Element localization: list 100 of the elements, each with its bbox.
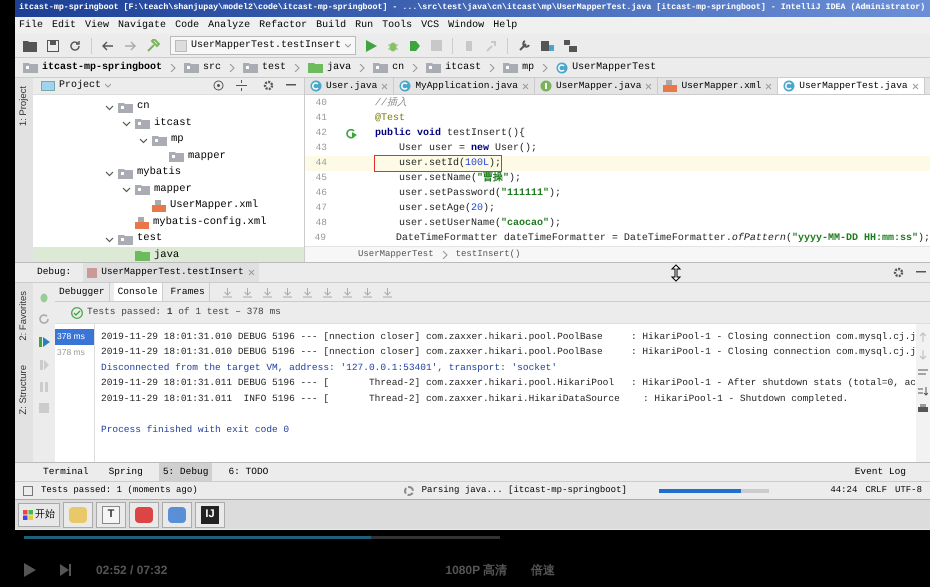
debug-tab[interactable]: Console bbox=[114, 283, 163, 301]
close-icon[interactable] bbox=[765, 82, 772, 90]
status-toggle-icon[interactable] bbox=[23, 486, 33, 496]
settings-icon[interactable] bbox=[263, 80, 274, 92]
debug-tab[interactable]: Frames bbox=[166, 283, 210, 301]
tree-item[interactable]: java bbox=[33, 247, 304, 262]
editor-tab[interactable]: User.java bbox=[305, 78, 394, 94]
minimize-icon[interactable] bbox=[286, 84, 296, 88]
close-icon[interactable] bbox=[522, 82, 529, 90]
session-tab[interactable]: UserMapperTest.testInsert bbox=[83, 263, 259, 282]
tree-item[interactable]: mapper bbox=[33, 181, 304, 198]
breadcrumb-item[interactable]: test bbox=[243, 60, 300, 75]
caret-position[interactable]: 44:24 bbox=[830, 484, 858, 498]
close-icon[interactable] bbox=[645, 82, 652, 90]
run-config-dropdown[interactable]: UserMapperTest.testInsert bbox=[170, 36, 356, 55]
collapse-icon[interactable] bbox=[236, 80, 247, 92]
stop-icon[interactable] bbox=[431, 40, 442, 51]
forward-arrow-icon[interactable] bbox=[124, 40, 136, 50]
breadcrumb-item[interactable]: cn bbox=[373, 60, 418, 75]
taskbar-app[interactable]: IJ bbox=[195, 502, 225, 528]
step-toolbar-icon[interactable] bbox=[362, 286, 373, 298]
step-toolbar-icon[interactable] bbox=[222, 286, 233, 298]
menu-item[interactable]: View bbox=[85, 18, 110, 33]
menu-item[interactable]: Window bbox=[448, 18, 484, 33]
layout-icon[interactable] bbox=[564, 40, 578, 52]
close-icon[interactable] bbox=[912, 82, 919, 90]
step-toolbar-icon[interactable] bbox=[262, 286, 273, 298]
tree-item[interactable]: cn bbox=[33, 98, 304, 116]
locate-icon[interactable] bbox=[213, 80, 224, 92]
editor-tab[interactable]: UserMapper.java bbox=[534, 78, 658, 94]
settings-icon[interactable] bbox=[893, 267, 904, 278]
start-button[interactable]: 开始 bbox=[18, 502, 60, 526]
step-toolbar-icon[interactable] bbox=[342, 286, 353, 298]
duration-label[interactable]: 378 ms bbox=[55, 329, 94, 344]
tree-item[interactable]: mapper bbox=[33, 148, 304, 165]
print-icon[interactable] bbox=[918, 404, 928, 414]
taskbar-app[interactable] bbox=[162, 502, 192, 528]
breadcrumb-item[interactable]: itcast-mp-springboot bbox=[23, 60, 176, 75]
side-tool-tab[interactable]: 2: Favorites bbox=[16, 291, 32, 341]
event-log-tab[interactable]: Event Log bbox=[854, 464, 906, 480]
resume-icon[interactable] bbox=[38, 335, 50, 349]
step-icon[interactable] bbox=[39, 359, 49, 371]
side-tool-tab[interactable]: Z: Structure bbox=[16, 364, 32, 414]
tree-item[interactable]: mp bbox=[33, 132, 304, 148]
chevron-icon[interactable] bbox=[105, 234, 114, 244]
structure-icon[interactable] bbox=[541, 40, 554, 52]
tool-window-tab[interactable]: 5: Debug bbox=[158, 463, 212, 481]
menu-item[interactable]: Navigate bbox=[118, 18, 166, 33]
step-toolbar-icon[interactable] bbox=[382, 286, 393, 298]
step-toolbar-icon[interactable] bbox=[282, 286, 293, 298]
breadcrumb-item[interactable]: java bbox=[308, 60, 366, 75]
menu-item[interactable]: Help bbox=[493, 18, 518, 33]
folder-icon[interactable] bbox=[23, 40, 37, 52]
debug-tab[interactable]: Debugger bbox=[55, 283, 110, 301]
refresh-icon[interactable] bbox=[69, 40, 81, 52]
editor-tab[interactable]: UserMapper.xml bbox=[658, 78, 778, 94]
taskbar-app[interactable]: T bbox=[96, 502, 126, 528]
breadcrumb-item[interactable]: mp bbox=[503, 60, 548, 75]
run-icon[interactable] bbox=[366, 40, 378, 52]
step-toolbar-icon[interactable] bbox=[242, 286, 253, 298]
tree-item[interactable]: mybatis bbox=[33, 164, 304, 182]
menu-item[interactable]: File bbox=[19, 18, 44, 33]
breadcrumb-item[interactable]: src bbox=[184, 60, 236, 75]
code-breadcrumb[interactable]: UserMapperTest bbox=[358, 248, 434, 262]
tool-window-tab[interactable]: Spring bbox=[104, 463, 147, 481]
line-separator[interactable]: CRLF bbox=[865, 484, 887, 498]
tree-item[interactable]: itcast bbox=[33, 115, 304, 132]
editor-tab[interactable]: UserMapperTest.java bbox=[778, 78, 925, 94]
taskbar-app[interactable] bbox=[63, 502, 93, 528]
wrench-icon[interactable] bbox=[518, 39, 532, 52]
menu-item[interactable]: VCS bbox=[421, 18, 440, 33]
video-progress-track[interactable] bbox=[24, 536, 500, 539]
menu-item[interactable]: Code bbox=[175, 18, 200, 33]
step-toolbar-icon[interactable] bbox=[302, 286, 313, 298]
save-icon[interactable] bbox=[47, 40, 59, 52]
tree-item[interactable]: test bbox=[33, 230, 304, 248]
next-icon[interactable] bbox=[60, 564, 72, 576]
menu-item[interactable]: Tools bbox=[382, 18, 412, 33]
breadcrumb-item[interactable]: itcast bbox=[426, 60, 496, 75]
tool-window-tab[interactable]: 6: TODO bbox=[224, 463, 272, 481]
code-breadcrumb[interactable]: testInsert() bbox=[456, 248, 520, 262]
menu-item[interactable]: Refactor bbox=[259, 18, 308, 33]
step-toolbar-icon[interactable] bbox=[322, 286, 333, 298]
tool-icon[interactable] bbox=[485, 40, 498, 52]
menu-item[interactable]: Edit bbox=[52, 18, 76, 33]
taskbar-app[interactable] bbox=[129, 502, 159, 528]
close-icon[interactable] bbox=[381, 82, 388, 90]
menu-item[interactable]: Build bbox=[316, 18, 346, 33]
rerun-icon[interactable] bbox=[38, 313, 50, 325]
menu-item[interactable]: Run bbox=[355, 18, 374, 33]
run-test-icon[interactable] bbox=[345, 128, 357, 140]
tree-item[interactable]: mybatis-config.xml bbox=[33, 214, 304, 231]
scroll-end-icon[interactable] bbox=[918, 386, 928, 396]
minimize-icon[interactable] bbox=[916, 271, 926, 274]
project-tool-tab[interactable]: 1: Project bbox=[16, 86, 32, 126]
panel-title[interactable]: Project bbox=[59, 78, 102, 94]
tool-window-tab[interactable]: Terminal bbox=[39, 463, 93, 481]
editor-tab[interactable]: MyApplication.java bbox=[394, 78, 535, 94]
up-arrow-icon[interactable] bbox=[919, 332, 927, 342]
pause-icon[interactable] bbox=[39, 381, 49, 393]
